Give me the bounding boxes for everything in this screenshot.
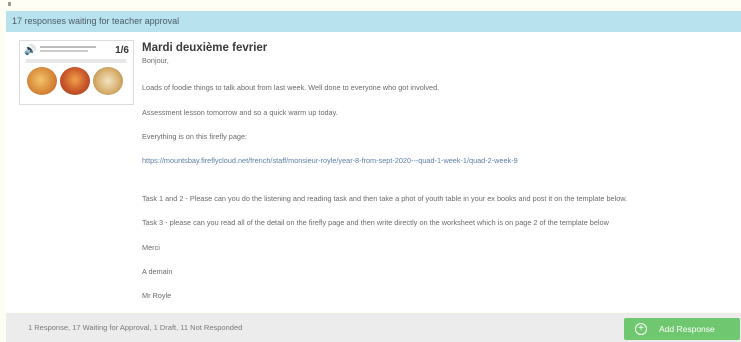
response-footer: 1 Response, 17 Waiting for Approval, 1 D… xyxy=(6,313,741,342)
response-status: 1 Response, 17 Waiting for Approval, 1 D… xyxy=(28,323,243,332)
thumbnail-text-line xyxy=(40,50,88,52)
post-task-1-2: Task 1 and 2 - Please can you do the lis… xyxy=(142,194,628,203)
post-thumbnail[interactable]: 🔊 1/6 xyxy=(19,40,134,105)
post-paragraph: Assessment lesson tomorrow and so a quic… xyxy=(142,108,338,117)
food-image xyxy=(60,67,90,95)
speaker-icon: 🔊 xyxy=(24,45,37,56)
thumbnail-text-line xyxy=(40,46,96,48)
add-response-button[interactable]: + Add Response xyxy=(624,318,740,340)
food-image xyxy=(93,67,123,95)
add-circle-icon: + xyxy=(635,323,647,335)
thumbnail-caption-bar xyxy=(26,59,126,63)
post-greeting: Bonjour, xyxy=(142,56,169,65)
top-marker xyxy=(8,2,11,6)
post-task-3: Task 3 - please can you read all of the … xyxy=(142,218,609,227)
approval-banner-text: 17 responses waiting for teacher approva… xyxy=(12,16,180,26)
post-title: Mardi deuxième fevrier xyxy=(142,42,268,54)
post-paragraph: Everything is on this firefly page: xyxy=(142,132,248,141)
top-edge xyxy=(0,0,741,6)
post-paragraph: Loads of foodie things to talk about fro… xyxy=(142,83,440,92)
post-card: 🔊 1/6 Mardi deuxième fevrier Bonjour, Lo… xyxy=(6,32,741,312)
food-image xyxy=(27,67,57,95)
thumbnail-page-counter: 1/6 xyxy=(115,45,129,56)
approval-banner[interactable]: 17 responses waiting for teacher approva… xyxy=(6,11,741,32)
add-response-label: Add Response xyxy=(659,324,715,334)
post-signoff: A demain xyxy=(142,267,173,276)
post-signoff: Merci xyxy=(142,243,160,252)
post-author: Mr Royle xyxy=(142,291,172,300)
firefly-page-link[interactable]: https://mountsbay.fireflycloud.net/frenc… xyxy=(142,156,518,165)
post-content: Mardi deuxième fevrier Bonjour, Loads of… xyxy=(142,41,737,300)
